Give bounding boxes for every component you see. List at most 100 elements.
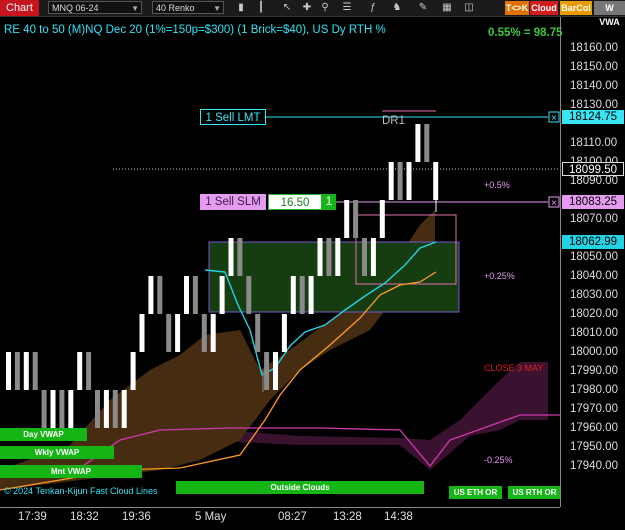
up-brick <box>210 314 216 352</box>
minus-025-label: -0.25% <box>484 455 513 465</box>
x-tick: 18:32 <box>70 511 99 523</box>
down-brick <box>237 238 243 276</box>
down-brick <box>201 314 207 352</box>
up-brick <box>130 352 136 390</box>
x-tick: 5 May <box>195 511 227 523</box>
up-brick <box>6 352 11 390</box>
indicator-legend: © 2024 Tenkan-Kijun Fast Cloud Lines <box>4 486 158 496</box>
y-tick-label: 17990.00 <box>570 365 618 377</box>
y-tick-label: 17940.00 <box>570 460 618 472</box>
y-tick-label: 17980.00 <box>570 384 618 396</box>
vwap-button[interactable]: W VWA <box>594 1 625 27</box>
up-brick <box>228 238 234 276</box>
indicator-icon[interactable]: ƒ <box>366 1 380 15</box>
close-icon: × <box>551 198 557 209</box>
cursor-icon[interactable]: ↖ <box>280 1 294 15</box>
drawing-tool-icon[interactable]: ✎ <box>416 1 430 15</box>
down-brick <box>246 276 252 314</box>
up-brick <box>379 200 385 238</box>
sell-slm-price: 18083.25 <box>562 195 624 209</box>
up-brick <box>121 390 127 428</box>
y-tick-label: 18150.00 <box>570 61 618 73</box>
chevron-down-icon: ▼ <box>213 4 221 13</box>
y-tick-label: 18040.00 <box>570 270 618 282</box>
up-brick <box>281 314 287 352</box>
up-brick <box>23 352 29 390</box>
candle-icon[interactable]: ┃ <box>254 1 268 15</box>
down-brick <box>264 352 270 390</box>
instrument-value: MNQ 06-24 <box>52 3 99 13</box>
down-brick <box>255 314 261 352</box>
us-rth-or-box[interactable]: US RTH OR <box>508 486 561 499</box>
up-brick <box>406 162 412 200</box>
crosshair-icon[interactable]: ✚ <box>300 1 314 15</box>
slm-qty-badge[interactable]: 1 <box>322 194 336 210</box>
up-brick <box>148 276 154 314</box>
tk-button[interactable]: T<>K <box>505 1 529 15</box>
plus-05-label: +0.5% <box>484 180 510 190</box>
x-tick: 13:28 <box>333 511 362 523</box>
up-brick <box>273 352 278 390</box>
bar-type-selector[interactable]: 40 Renko ▼ <box>152 1 224 14</box>
day-vwap-box[interactable]: Day VWAP <box>0 428 87 441</box>
barcol-button[interactable]: BarCol <box>560 1 592 15</box>
down-brick <box>86 352 92 390</box>
wkly-vwap-box[interactable]: Wkly VWAP <box>0 446 114 459</box>
zoom-icon[interactable]: ⚲ <box>318 1 332 15</box>
up-brick <box>317 238 323 276</box>
x-tick: 17:39 <box>18 511 47 523</box>
down-brick <box>95 390 100 428</box>
us-eth-or-box[interactable]: US ETH OR <box>449 486 502 499</box>
y-tick-label: 17950.00 <box>570 441 618 453</box>
instrument-selector[interactable]: MNQ 06-24 ▼ <box>48 1 142 14</box>
x-tick: 19:36 <box>122 511 151 523</box>
template-icon[interactable]: ◫ <box>462 1 476 15</box>
y-tick-label: 18020.00 <box>570 308 618 320</box>
data-box-icon[interactable]: ▦ <box>440 1 454 15</box>
dr1-label: DR1 <box>382 115 405 127</box>
y-tick-label: 18030.00 <box>570 289 618 301</box>
mnt-vwap-box[interactable]: Mnt VWAP <box>0 465 142 478</box>
down-brick <box>397 162 403 200</box>
close-3-may-label: CLOSE 3 MAY <box>484 363 543 373</box>
up-brick <box>175 314 181 352</box>
down-brick <box>41 390 47 428</box>
sell-lmt-price: 18124.75 <box>562 110 624 124</box>
down-brick <box>192 276 198 314</box>
down-brick <box>112 390 118 428</box>
down-brick <box>157 276 163 314</box>
sell-slm-order[interactable]: 1 Sell SLM <box>200 194 266 210</box>
x-tick: 14:38 <box>384 511 413 523</box>
down-brick <box>424 124 430 162</box>
strategy-icon[interactable]: ♞ <box>390 1 404 15</box>
down-brick <box>32 352 38 390</box>
up-brick <box>139 314 145 352</box>
bar-type-value: 40 Renko <box>156 3 195 13</box>
y-tick-label: 18110.00 <box>570 137 618 149</box>
chevron-down-icon: ▼ <box>131 4 139 13</box>
up-brick <box>344 200 350 238</box>
chart-subtitle: RE 40 to 50 (M)NQ Dec 20 (1%=150p=$300) … <box>4 24 386 36</box>
up-brick <box>388 162 394 200</box>
chart-toolbar: Chart MNQ 06-24 ▼ 40 Renko ▼ ▮ ┃ ↖ ✚ ⚲ ☰ ƒ… <box>0 0 625 27</box>
properties-icon[interactable]: ☰ <box>340 1 354 15</box>
up-brick <box>77 352 83 390</box>
y-tick-label: 18000.00 <box>570 346 618 358</box>
down-brick <box>166 314 172 352</box>
outside-clouds-box[interactable]: Outside Clouds <box>176 481 424 494</box>
bar-style-icon[interactable]: ▮ <box>234 1 248 15</box>
down-brick <box>326 238 332 276</box>
up-brick <box>184 276 189 314</box>
y-tick-label: 18160.00 <box>570 42 618 54</box>
cloud-button[interactable]: Cloud <box>530 1 558 15</box>
x-tick: 08:27 <box>278 511 307 523</box>
down-brick <box>59 390 65 428</box>
sell-lmt-order[interactable]: 1 Sell LMT <box>200 109 266 125</box>
down-brick <box>353 200 359 238</box>
slm-offset-field[interactable]: 16.50 <box>268 194 322 210</box>
up-brick <box>219 276 225 314</box>
up-brick <box>335 238 341 276</box>
up-brick <box>103 390 109 428</box>
y-tick-label: 18050.00 <box>570 251 618 263</box>
down-brick <box>362 238 367 276</box>
